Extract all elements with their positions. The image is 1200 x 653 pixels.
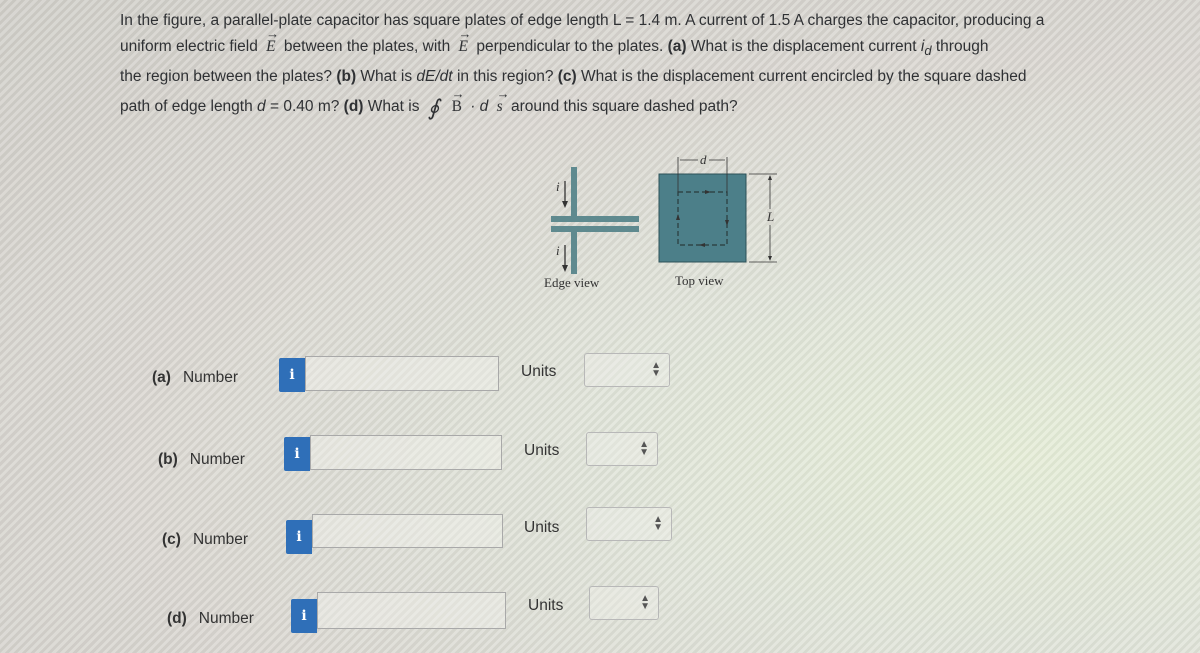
number-input-a[interactable]: [305, 356, 499, 391]
figure-diagram: [551, 157, 777, 274]
units-select-a[interactable]: ▲ ▼: [584, 353, 670, 387]
part-label: (a) Number: [152, 369, 239, 386]
d-label: d: [698, 152, 709, 168]
question-line-3: the region between the plates? (b) What …: [120, 68, 1027, 86]
select-arrows-icon: ▲ ▼: [653, 514, 663, 533]
units-label: Units: [524, 519, 560, 536]
edge-view-diagram: [551, 167, 639, 274]
select-arrows-icon: ▲ ▼: [640, 593, 650, 612]
top-view-caption: Top view: [675, 273, 724, 288]
question-line-4: path of edge length d = 0.40 m? (d) What…: [120, 81, 1130, 121]
info-button[interactable]: i: [291, 599, 317, 633]
number-input-d[interactable]: [317, 592, 506, 629]
units-select-d[interactable]: ▲ ▼: [589, 586, 659, 620]
part-label: (c) Number: [162, 531, 249, 548]
units-select-c[interactable]: ▲ ▼: [586, 507, 672, 541]
units-label: Units: [524, 442, 560, 459]
edge-view-caption: Edge view: [544, 275, 600, 290]
vector-B: B: [452, 81, 465, 120]
question-line-2: uniform electric field E between the pla…: [120, 21, 1130, 64]
units-label: Units: [521, 363, 557, 380]
vector-E: E: [459, 21, 473, 60]
info-button[interactable]: i: [284, 437, 310, 471]
info-button[interactable]: i: [286, 520, 312, 554]
number-input-c[interactable]: [312, 514, 503, 548]
top-view-diagram: [658, 157, 777, 263]
select-arrows-icon: ▲ ▼: [639, 439, 649, 458]
info-button[interactable]: i: [279, 358, 305, 392]
part-label: (d) Number: [167, 610, 254, 627]
vector-E: E: [266, 21, 280, 60]
contour-integral-symbol: ∮: [427, 95, 440, 121]
units-select-b[interactable]: ▲ ▼: [586, 432, 658, 466]
number-input-b[interactable]: [310, 435, 502, 470]
select-arrows-icon: ▲ ▼: [651, 360, 661, 379]
question-text: In the figure, a parallel-plate capacito…: [120, 8, 1130, 121]
part-label: (b) Number: [158, 451, 245, 468]
units-label: Units: [528, 597, 564, 614]
current-label-top: i: [556, 179, 560, 194]
L-label: L: [767, 209, 775, 225]
vector-s: s: [497, 81, 510, 120]
current-label-bottom: i: [556, 243, 560, 258]
